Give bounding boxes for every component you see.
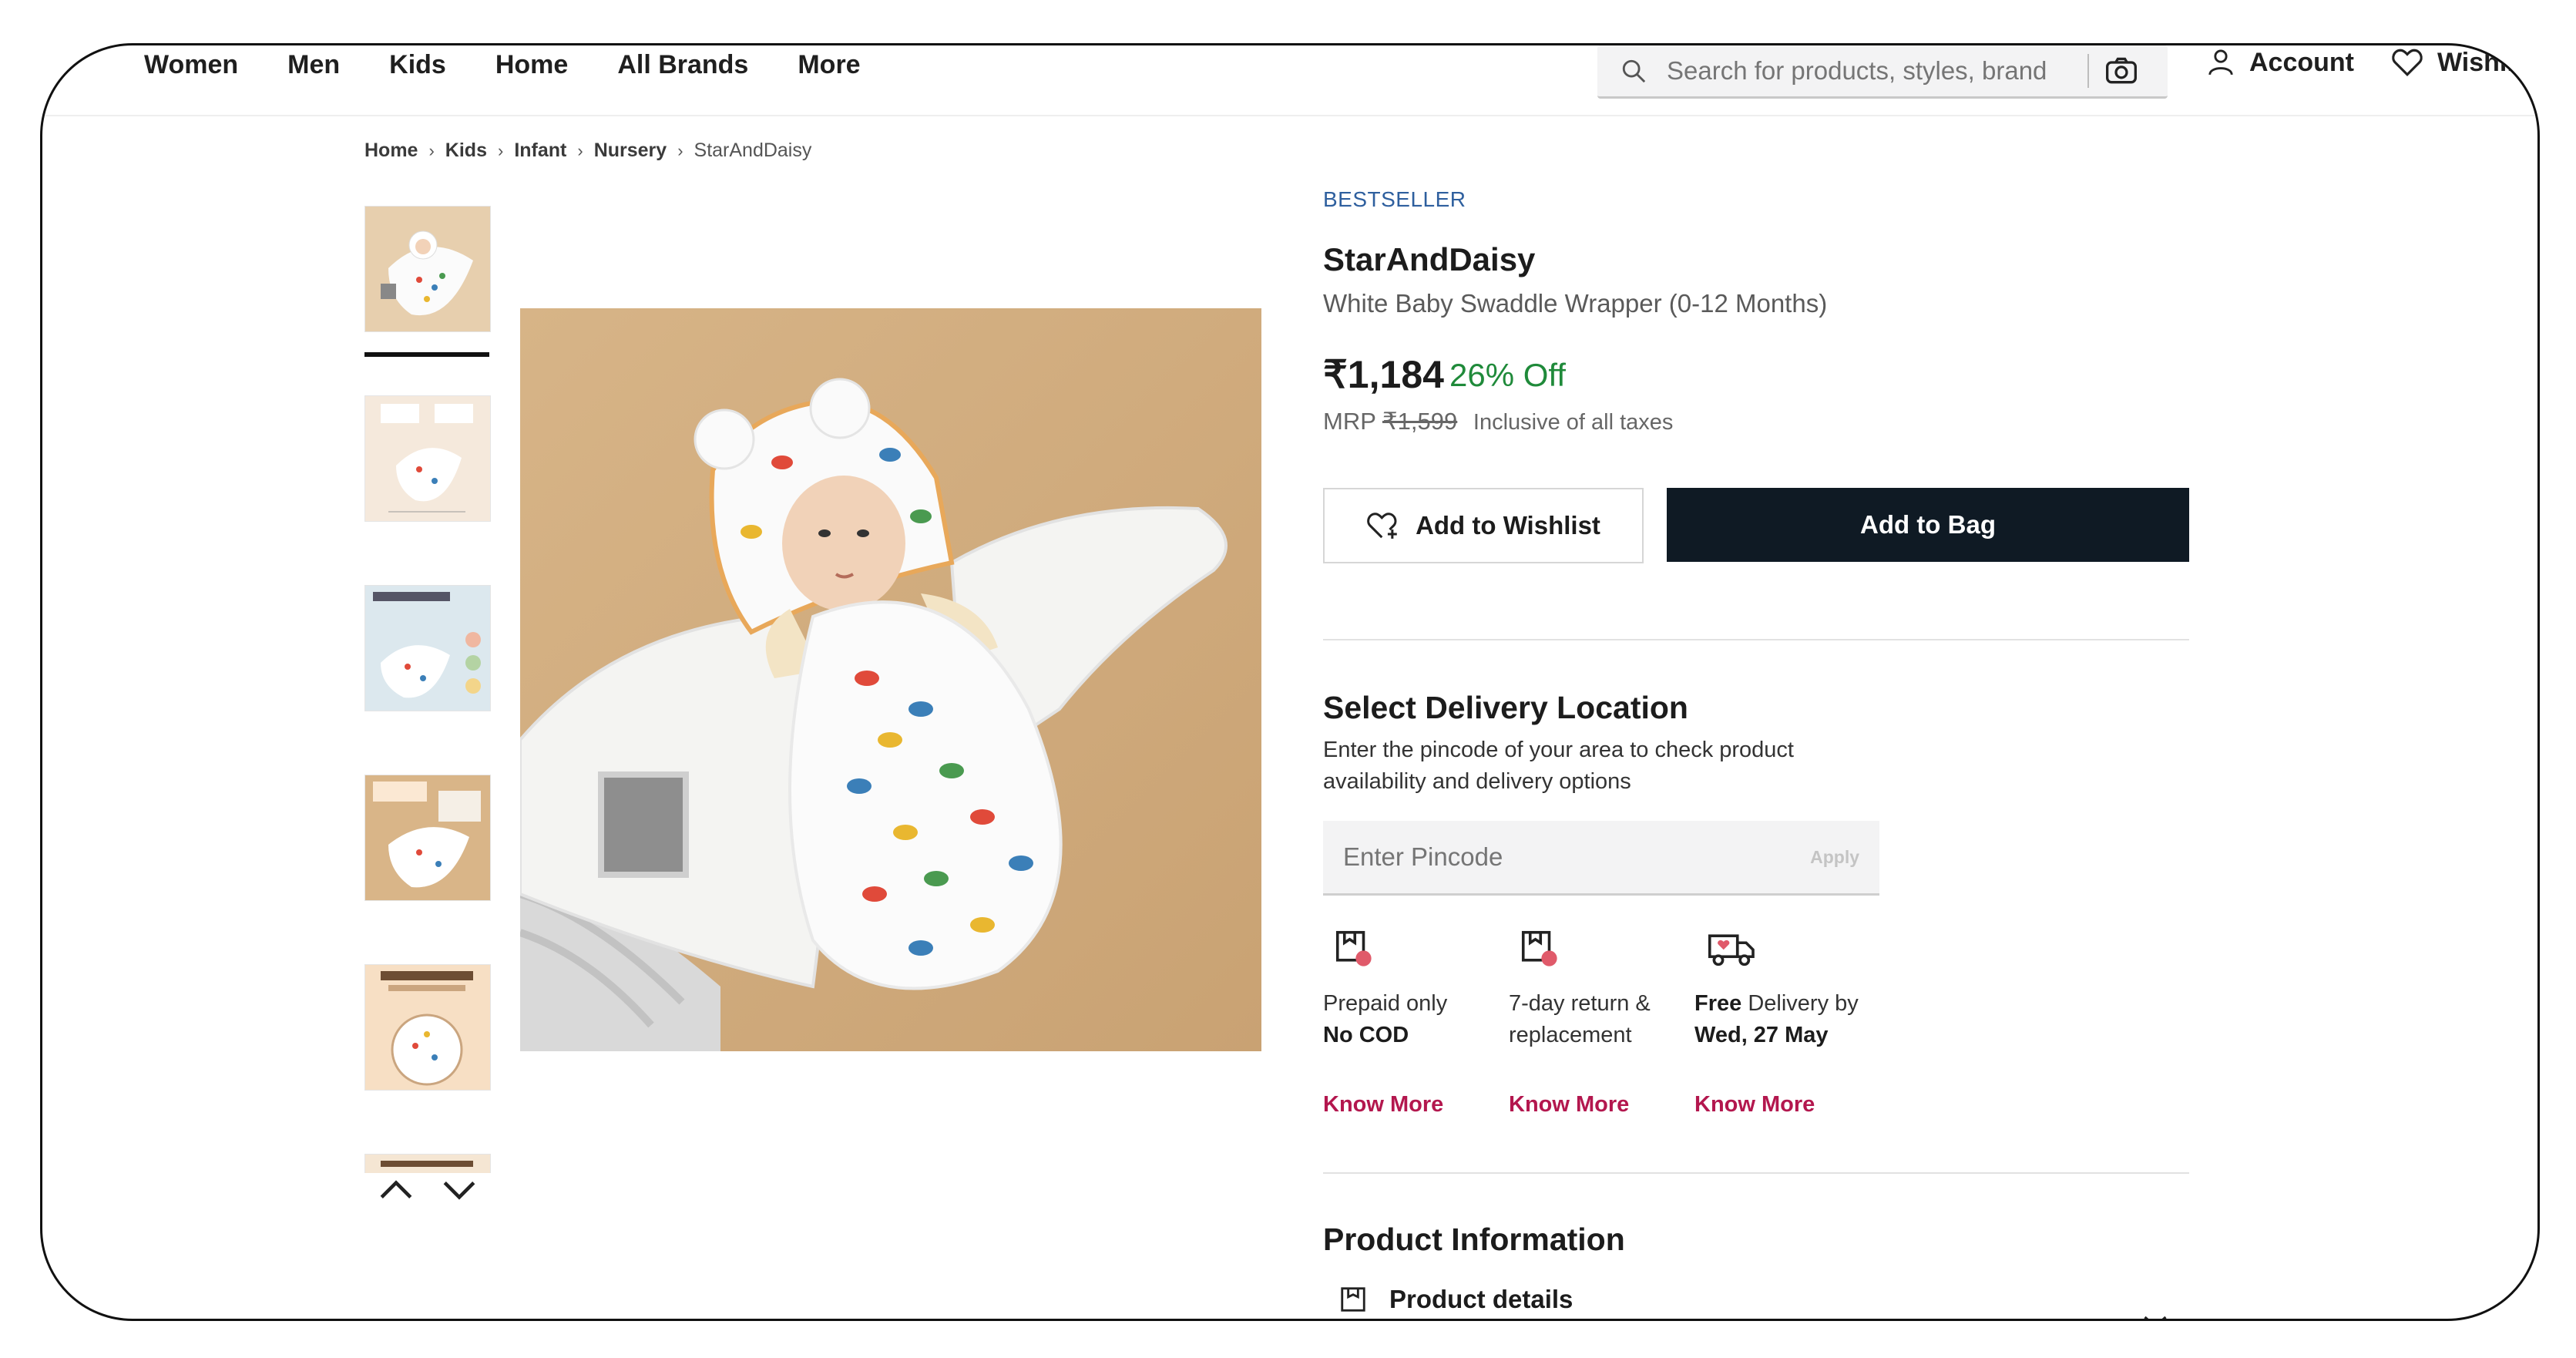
account-label: Account	[2249, 47, 2354, 77]
breadcrumb-nursery[interactable]: Nursery	[594, 139, 667, 162]
nav-women[interactable]: Women	[144, 50, 238, 80]
nav-more[interactable]: More	[798, 50, 860, 80]
main-product-image[interactable]	[520, 308, 1261, 1051]
thumbnail-3[interactable]	[364, 585, 491, 711]
product-price: ₹1,184	[1323, 353, 1444, 396]
truck-icon	[1708, 934, 1755, 966]
feature-line1: Prepaid only	[1323, 991, 1448, 1016]
account-link[interactable]: Account	[2206, 47, 2354, 78]
feature-line1: 7-day return &	[1509, 991, 1651, 1016]
feature-delivery: Free Delivery by Wed, 27 May Know More	[1694, 927, 1864, 1117]
camera-icon[interactable]	[2104, 54, 2138, 88]
thumbnail-5[interactable]	[364, 964, 491, 1091]
divider	[1323, 1172, 2189, 1174]
mrp-value: ₹1,599	[1382, 408, 1458, 435]
thumbnail-image	[365, 1155, 490, 1173]
breadcrumb-separator: ›	[497, 140, 504, 160]
apply-button[interactable]: Apply	[1810, 847, 1859, 868]
pincode-field: Apply	[1323, 821, 1879, 896]
nav-men[interactable]: Men	[287, 50, 340, 80]
breadcrumb: Home › Kids › Infant › Nursery › StarAnd…	[364, 139, 811, 162]
thumbnail-image	[365, 775, 490, 900]
user-icon	[2208, 49, 2233, 76]
thumbnail-1[interactable]	[364, 206, 491, 332]
know-more-link[interactable]: Know More	[1694, 1092, 1815, 1118]
heart-plus-icon	[1367, 513, 1397, 539]
site-header: Women Men Kids Home All Brands More Sear…	[42, 45, 2537, 116]
breadcrumb-separator: ›	[428, 140, 435, 160]
heart-icon	[2392, 49, 2423, 76]
details-icon	[1341, 1287, 1365, 1312]
thumbnail-6[interactable]	[364, 1154, 491, 1173]
prepaid-icon	[1335, 930, 1372, 966]
feature-return: 7-day return & replacement Know More	[1509, 927, 1678, 1117]
delivery-description: Enter the pincode of your area to check …	[1323, 738, 1794, 794]
breadcrumb-separator: ›	[577, 140, 583, 160]
feature-free: Free	[1694, 991, 1742, 1016]
breadcrumb-infant[interactable]: Infant	[514, 139, 566, 162]
chevron-up-icon[interactable]	[377, 1174, 415, 1205]
feature-line2: replacement	[1509, 1023, 1632, 1047]
main-nav: Women Men Kids Home All Brands More	[144, 50, 861, 80]
chevron-down-icon[interactable]	[440, 1174, 479, 1205]
add-to-wishlist-button[interactable]: Add to Wishlist	[1323, 488, 1644, 563]
thumbnail-active-indicator	[364, 352, 489, 357]
bestseller-badge: BESTSELLER	[1323, 187, 1466, 211]
add-to-wishlist-label: Add to Wishlist	[1416, 511, 1600, 540]
feature-date: Wed, 27 May	[1694, 1023, 1829, 1047]
know-more-link[interactable]: Know More	[1323, 1092, 1443, 1118]
tax-note: Inclusive of all taxes	[1473, 410, 1674, 435]
breadcrumb-separator: ›	[677, 140, 683, 160]
feature-text: Prepaid only No COD	[1323, 988, 1493, 1051]
delivery-title: Select Delivery Location	[1323, 690, 1688, 725]
thumbnail-image	[365, 396, 490, 521]
nav-all-brands[interactable]: All Brands	[617, 50, 748, 80]
breadcrumb-home[interactable]: Home	[364, 139, 418, 162]
feature-text: 7-day return & replacement	[1509, 988, 1678, 1051]
pincode-input[interactable]	[1342, 842, 1730, 872]
feature-prepaid: Prepaid only No COD Know More	[1323, 927, 1493, 1117]
browser-frame: Women Men Kids Home All Brands More Sear…	[40, 43, 2540, 1321]
search-icon[interactable]	[1620, 58, 1647, 84]
add-to-bag-button[interactable]: Add to Bag	[1667, 488, 2189, 562]
know-more-link[interactable]: Know More	[1509, 1092, 1629, 1118]
thumbnail-2[interactable]	[364, 395, 491, 522]
breadcrumb-kids[interactable]: Kids	[445, 139, 487, 162]
search-input[interactable]	[1665, 55, 2077, 86]
search-bar	[1597, 45, 2168, 99]
thumbnail-image	[365, 965, 490, 1090]
brand-name[interactable]: StarAndDaisy	[1323, 241, 1535, 278]
product-details-row[interactable]: Product details	[1338, 1285, 1573, 1314]
product-details-label: Product details	[1389, 1285, 1573, 1313]
thumbnail-4[interactable]	[364, 775, 491, 901]
product-information-title: Product Information	[1323, 1222, 1625, 1257]
thumbnail-image	[365, 586, 490, 711]
wishlist-link[interactable]: Wishlist	[2391, 47, 2537, 78]
product-name: White Baby Swaddle Wrapper (0-12 Months)	[1323, 289, 1828, 318]
search-divider	[2087, 54, 2089, 88]
wishlist-label: Wishlist	[2437, 47, 2538, 77]
chevron-down-icon[interactable]	[2141, 1313, 2169, 1321]
mrp-label: MRP	[1323, 408, 1376, 435]
breadcrumb-current: StarAndDaisy	[694, 139, 812, 161]
feature-delivery-by: Delivery by	[1741, 991, 1859, 1016]
feature-text: Free Delivery by Wed, 27 May	[1694, 988, 1864, 1051]
nav-kids[interactable]: Kids	[389, 50, 446, 80]
divider	[1323, 639, 2189, 640]
discount-label: 26% Off	[1449, 357, 1566, 393]
nav-home[interactable]: Home	[495, 50, 568, 80]
thumbnail-image	[365, 207, 490, 331]
mrp-line: MRP ₹1,599 Inclusive of all taxes	[1323, 408, 1673, 435]
return-icon	[1521, 930, 1557, 966]
feature-line2: No COD	[1323, 1023, 1409, 1047]
baby-swaddle-photo	[520, 308, 1261, 1051]
